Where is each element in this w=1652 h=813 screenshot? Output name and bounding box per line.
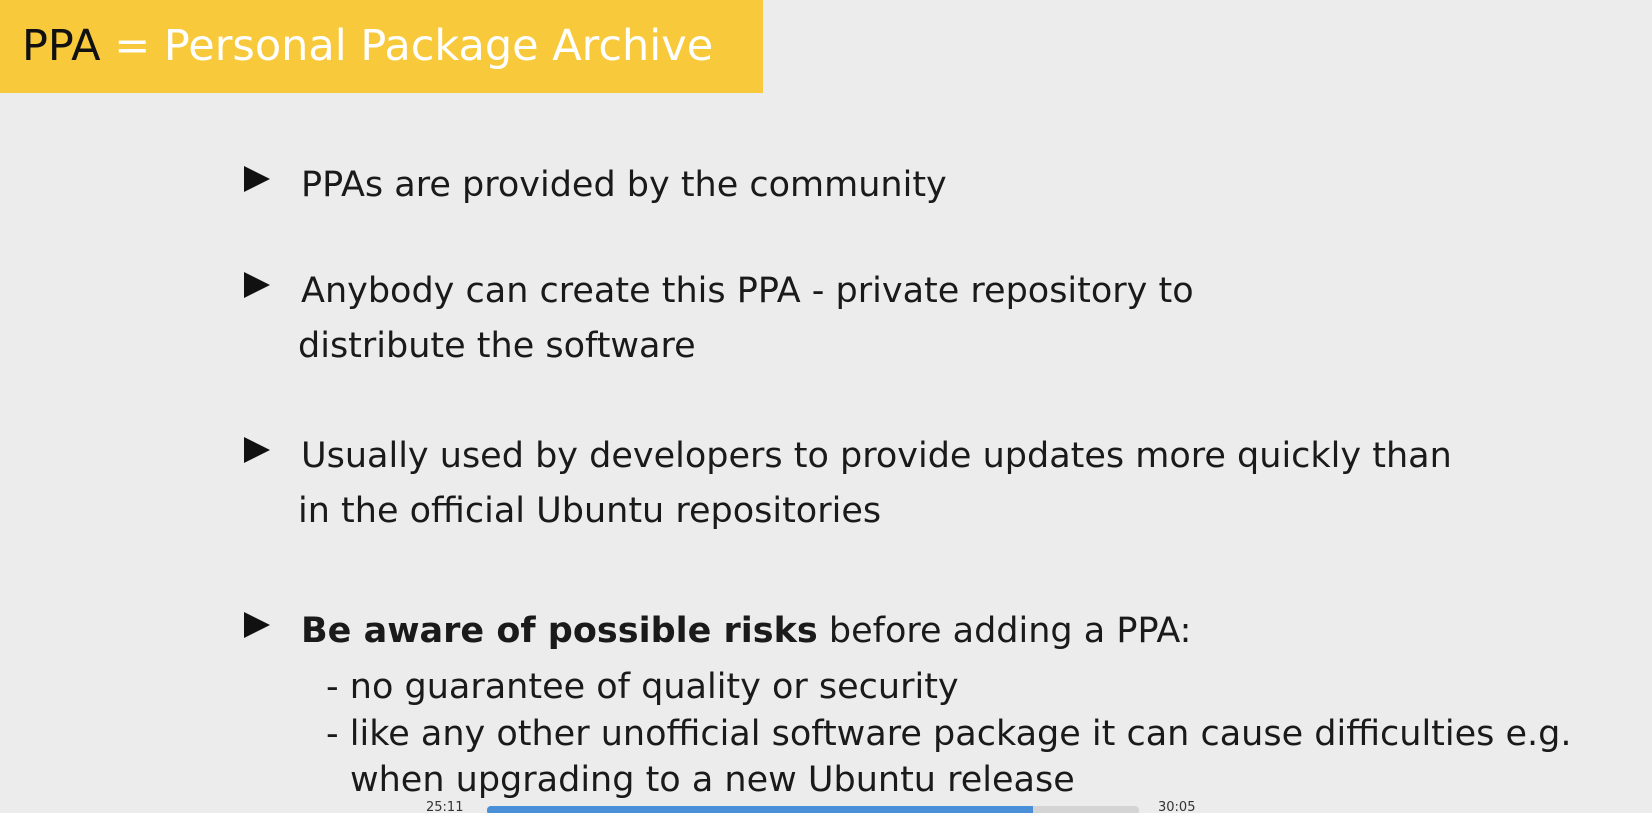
sub-item: - no guarantee of quality or security xyxy=(326,664,959,710)
bullet-item: PPAs are provided by the community xyxy=(244,158,947,213)
triangle-bullet-icon xyxy=(244,437,270,463)
bullet-text: Anybody can create this PPA - private re… xyxy=(301,271,1194,311)
video-player-controls: 25:11 30:05 xyxy=(0,798,1652,813)
current-time: 25:11 xyxy=(426,800,464,813)
triangle-bullet-icon xyxy=(244,166,270,192)
bullet-item: Usually used by developers to provide up… xyxy=(244,429,1452,539)
bullet-text: PPAs are provided by the community xyxy=(301,165,947,205)
triangle-bullet-icon xyxy=(244,272,270,298)
triangle-bullet-icon xyxy=(244,612,270,638)
bullet-text-emphasis: Be aware of possible risks xyxy=(301,611,818,651)
sub-item-text: - like any other unofficial software pac… xyxy=(326,714,1572,754)
slide: PPA = Personal Package Archive PPAs are … xyxy=(0,0,1652,813)
bullet-text: before adding a PPA: xyxy=(817,611,1192,651)
total-time: 30:05 xyxy=(1158,800,1196,813)
progress-fill xyxy=(487,806,1033,813)
sub-item: - like any other unofficial software pac… xyxy=(326,711,1572,803)
progress-bar[interactable] xyxy=(487,806,1139,813)
bullet-text-continued: distribute the software xyxy=(298,326,696,366)
sub-item-text: - no guarantee of quality or security xyxy=(326,667,959,707)
bullet-list: PPAs are provided by the community Anybo… xyxy=(0,0,1652,813)
bullet-text-continued: in the official Ubuntu repositories xyxy=(298,491,882,531)
bullet-item: Anybody can create this PPA - private re… xyxy=(244,264,1194,374)
bullet-item: Be aware of possible risks before adding… xyxy=(244,604,1191,659)
bullet-text: Usually used by developers to provide up… xyxy=(301,436,1452,476)
sub-item-text-continued: when upgrading to a new Ubuntu release xyxy=(350,760,1075,800)
